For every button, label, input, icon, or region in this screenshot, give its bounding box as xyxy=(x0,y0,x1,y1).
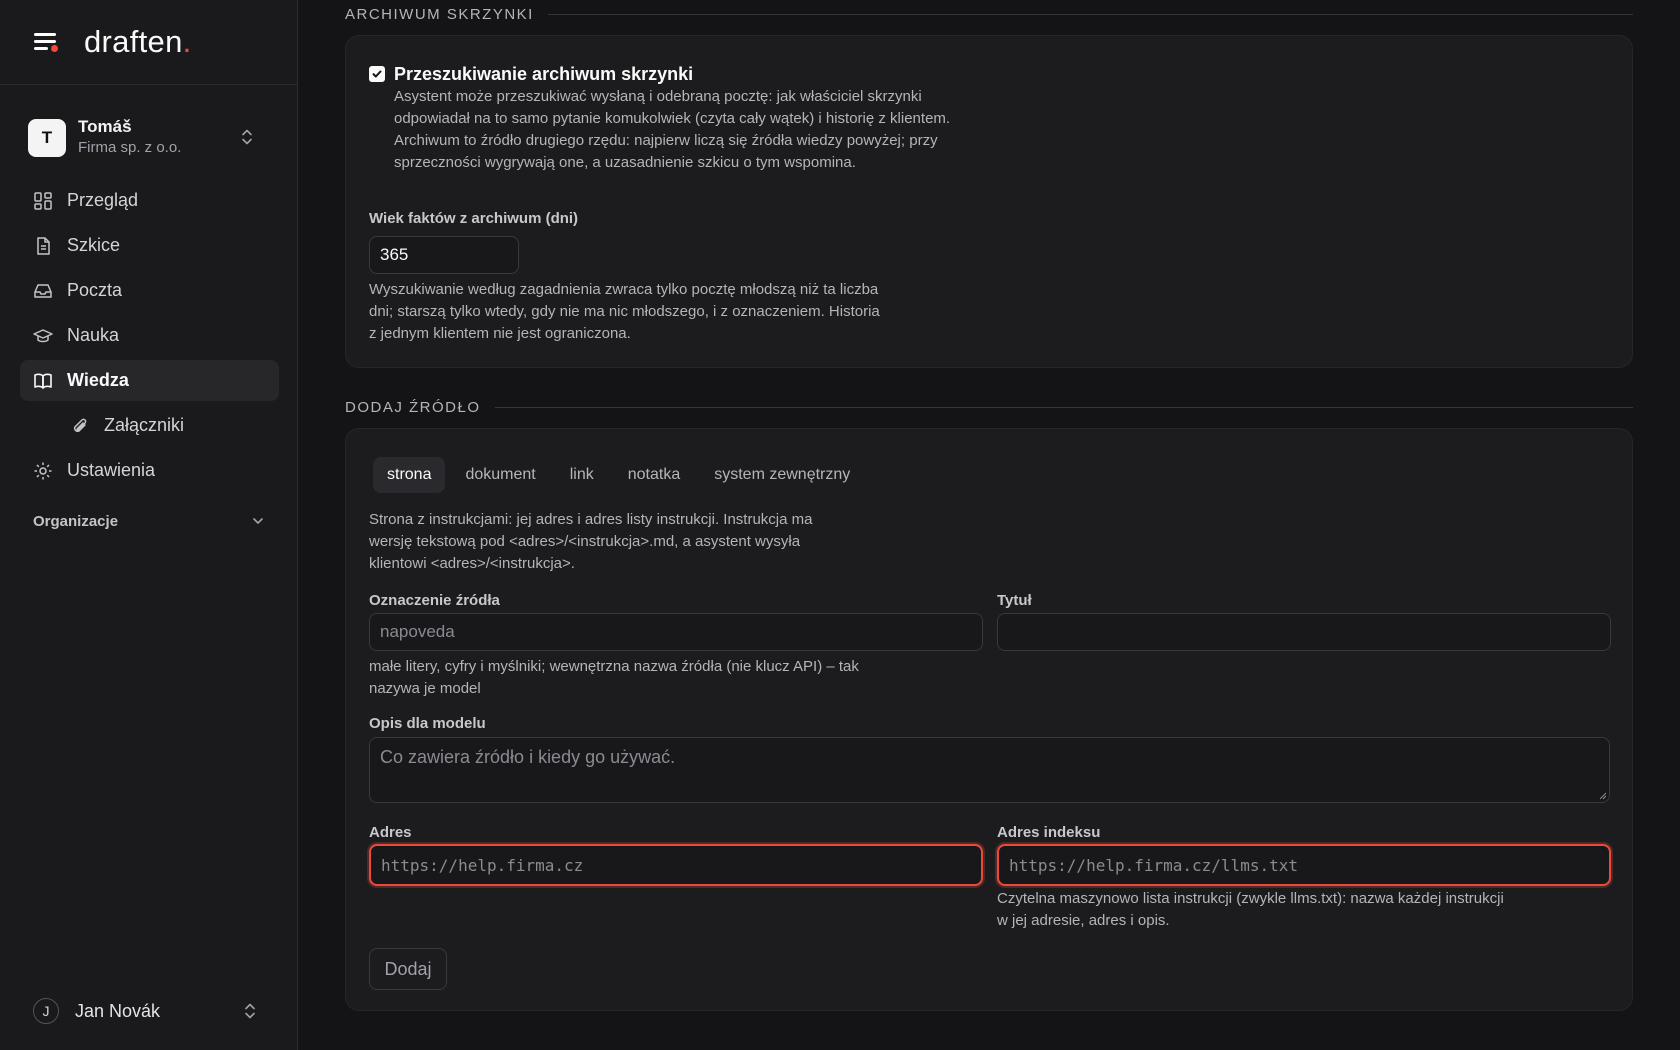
gear-icon xyxy=(34,462,52,479)
source-id-input[interactable]: napoveda xyxy=(369,613,983,651)
section-divider xyxy=(494,406,1633,408)
nav-item-label: Poczta xyxy=(67,280,123,300)
source-id-help: małe litery, cyfry i myślniki; wewnętrzn… xyxy=(369,658,859,697)
source-intro: Strona z instrukcjami: jej adres i adres… xyxy=(369,511,813,572)
section-divider xyxy=(547,13,1633,15)
archive-search-toggle[interactable]: Przeszukiwanie archiwum skrzynki xyxy=(369,64,693,85)
nav-item-label: Wiedza xyxy=(67,370,129,390)
model-description-label: Opis dla modelu xyxy=(369,715,486,732)
archive-age-help: Wyszukiwanie według zagadnienia zwraca t… xyxy=(369,281,880,342)
checkmark-icon xyxy=(372,70,382,78)
chevron-up-down-icon xyxy=(243,1002,257,1020)
add-button[interactable]: Dodaj xyxy=(369,948,447,990)
tab-strona[interactable]: strona xyxy=(373,457,446,493)
nav-item-ustawienia[interactable]: Ustawienia xyxy=(20,450,279,491)
section-title-text: ARCHIWUM SKRZYNKI xyxy=(345,5,534,23)
archive-card: Przeszukiwanie archiwum skrzynki Asysten… xyxy=(345,35,1633,368)
nav-item-label: Szkice xyxy=(67,235,121,255)
section-title-add-source: DODAJ ŹRÓDŁO xyxy=(345,396,1633,418)
sidebar: draften. T Tomáš Firma sp. z o.o. Przegl… xyxy=(0,0,298,1050)
user-name: Jan Novák xyxy=(75,1000,161,1021)
inbox-icon xyxy=(34,283,52,298)
document-icon xyxy=(37,236,50,255)
main-nav: Przegląd Szkice Poczta Nauka Wiedza Załą… xyxy=(20,180,279,495)
chevron-down-icon xyxy=(253,518,263,524)
title-label: Tytuł xyxy=(997,592,1032,609)
nav-item-label: Nauka xyxy=(67,325,120,345)
address-label: Adres xyxy=(369,824,412,841)
user-menu[interactable]: J Jan Novák xyxy=(33,995,265,1027)
tab-link[interactable]: link xyxy=(556,457,608,493)
org-company: Firma sp. z o.o. xyxy=(78,139,182,156)
brand-header: draften. xyxy=(0,0,297,85)
chevron-up-down-icon xyxy=(240,128,254,146)
tab-notatka[interactable]: notatka xyxy=(614,457,694,493)
nav-group-organizacje[interactable]: Organizacje xyxy=(33,510,265,532)
archive-age-label: Wiek faktów z archiwum (dni) xyxy=(369,210,579,227)
index-address-label: Adres indeksu xyxy=(997,824,1101,841)
section-title-archive: ARCHIWUM SKRZYNKI xyxy=(345,3,1633,25)
source-type-tabs: strona dokument link notatka system zewn… xyxy=(373,457,870,493)
model-description-textarea[interactable]: Co zawiera źródło i kiedy go używać. xyxy=(369,737,1610,803)
app-logo[interactable]: draften. xyxy=(84,24,192,60)
nav-item-zalaczniki[interactable]: Załączniki xyxy=(20,405,279,446)
nav-item-szkice[interactable]: Szkice xyxy=(20,225,279,266)
resize-handle-icon[interactable] xyxy=(1597,790,1607,800)
model-description-placeholder: Co zawiera źródło i kiedy go używać. xyxy=(380,747,676,767)
source-id-label: Oznaczenie źródła xyxy=(369,592,500,609)
dashboard-icon xyxy=(34,191,52,210)
section-title-text: DODAJ ŹRÓDŁO xyxy=(345,398,481,416)
nav-item-nauka[interactable]: Nauka xyxy=(20,315,279,356)
nav-item-label: Załączniki xyxy=(104,415,185,435)
archive-age-input[interactable]: 365 xyxy=(369,236,519,274)
nav-item-label: Ustawienia xyxy=(67,460,156,480)
address-input[interactable]: https://help.firma.cz xyxy=(369,844,983,886)
nav-item-przeglad[interactable]: Przegląd xyxy=(20,180,279,221)
book-icon xyxy=(34,373,52,389)
archive-search-description: Asystent może przeszukiwać wysłaną i ode… xyxy=(394,88,951,171)
tab-system-zewnetrzny[interactable]: system zewnętrzny xyxy=(700,457,864,493)
title-input[interactable] xyxy=(997,613,1611,651)
tab-dokument[interactable]: dokument xyxy=(451,457,549,493)
archive-search-label: Przeszukiwanie archiwum skrzynki xyxy=(394,64,694,84)
user-avatar: J xyxy=(33,998,59,1024)
org-switcher[interactable]: T Tomáš Firma sp. z o.o. xyxy=(28,116,272,160)
add-source-card: strona dokument link notatka system zewn… xyxy=(345,428,1633,1011)
nav-item-wiedza[interactable]: Wiedza xyxy=(20,360,279,401)
org-avatar: T xyxy=(28,119,66,157)
index-address-input[interactable]: https://help.firma.cz/llms.txt xyxy=(997,844,1611,886)
archive-search-checkbox[interactable] xyxy=(369,66,385,82)
nav-group-label: Organizacje xyxy=(33,512,119,530)
nav-item-label: Przegląd xyxy=(67,190,139,210)
graduation-cap-icon xyxy=(33,328,53,342)
nav-item-poczta[interactable]: Poczta xyxy=(20,270,279,311)
index-address-help: Czytelna maszynowo lista instrukcji (zwy… xyxy=(997,890,1504,929)
menu-icon[interactable] xyxy=(32,30,60,54)
paperclip-icon xyxy=(73,418,87,432)
org-name: Tomáš xyxy=(78,117,132,136)
